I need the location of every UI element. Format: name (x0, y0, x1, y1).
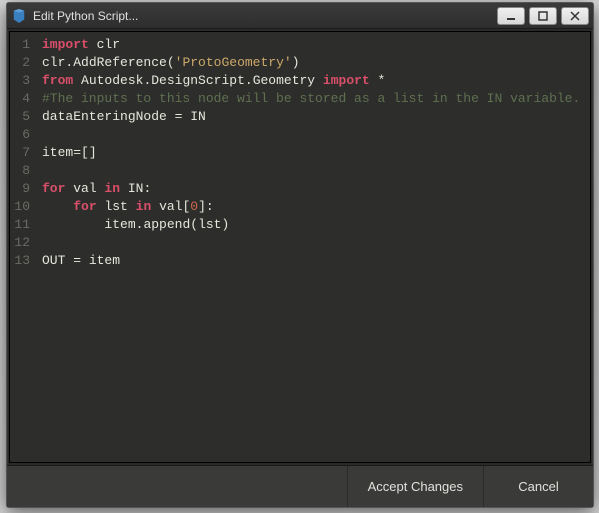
code-editor[interactable]: 12345678910111213 import clrclr.AddRefer… (9, 31, 591, 463)
line-number: 2 (10, 54, 30, 72)
cancel-button[interactable]: Cancel (483, 466, 593, 507)
code-line[interactable]: clr.AddReference('ProtoGeometry') (42, 54, 584, 72)
line-number: 13 (10, 252, 30, 270)
line-number: 3 (10, 72, 30, 90)
code-line[interactable]: from Autodesk.DesignScript.Geometry impo… (42, 72, 584, 90)
button-bar: Accept Changes Cancel (7, 465, 593, 507)
minimize-button[interactable] (497, 7, 525, 25)
line-number: 1 (10, 36, 30, 54)
line-number: 12 (10, 234, 30, 252)
code-line[interactable]: OUT = item (42, 252, 584, 270)
code-line[interactable] (42, 126, 584, 144)
line-number: 4 (10, 90, 30, 108)
close-button[interactable] (561, 7, 589, 25)
code-line[interactable]: import clr (42, 36, 584, 54)
code-line[interactable] (42, 234, 584, 252)
code-line[interactable]: item.append(lst) (42, 216, 584, 234)
code-line[interactable]: item=[] (42, 144, 584, 162)
line-number: 8 (10, 162, 30, 180)
code-line[interactable]: for val in IN: (42, 180, 584, 198)
line-number: 10 (10, 198, 30, 216)
code-line[interactable]: for lst in val[0]: (42, 198, 584, 216)
line-number: 9 (10, 180, 30, 198)
accept-changes-button[interactable]: Accept Changes (347, 466, 483, 507)
titlebar[interactable]: Edit Python Script... (7, 3, 593, 29)
window-title: Edit Python Script... (33, 9, 493, 23)
editor-window: Edit Python Script... 12345678910111213 … (6, 2, 594, 508)
code-line[interactable]: #The inputs to this node will be stored … (42, 90, 584, 108)
line-number: 6 (10, 126, 30, 144)
line-number: 7 (10, 144, 30, 162)
code-line[interactable]: dataEnteringNode = IN (42, 108, 584, 126)
maximize-button[interactable] (529, 7, 557, 25)
line-number: 5 (10, 108, 30, 126)
window-controls (493, 7, 589, 25)
code-content[interactable]: import clrclr.AddReference('ProtoGeometr… (36, 32, 590, 462)
app-icon (11, 8, 27, 24)
line-number: 11 (10, 216, 30, 234)
code-line[interactable] (42, 162, 584, 180)
line-gutter: 12345678910111213 (10, 32, 36, 462)
